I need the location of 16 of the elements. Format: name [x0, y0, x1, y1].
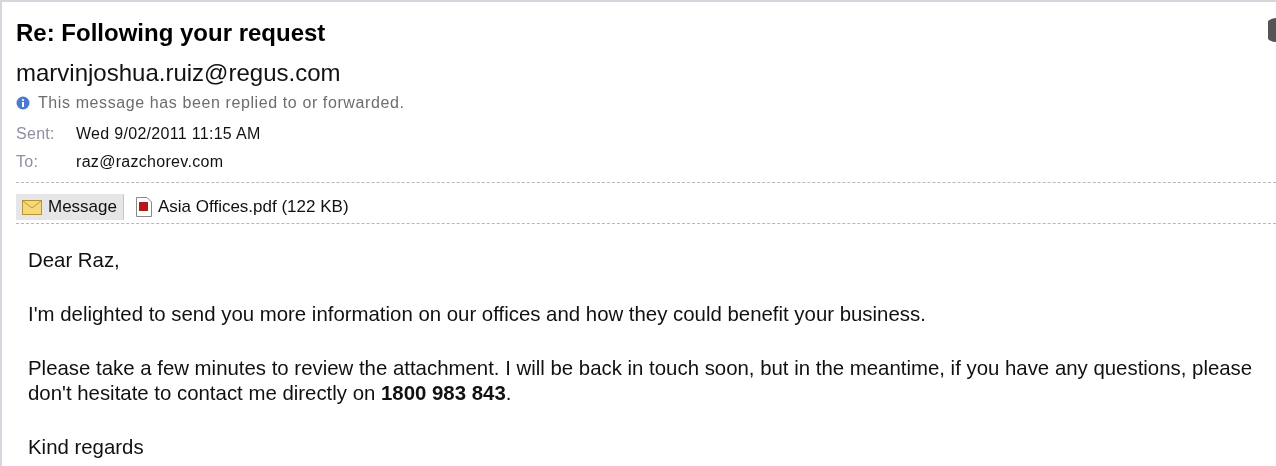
info-text: This message has been replied to or forwarded. — [38, 93, 405, 113]
message-subject: Re: Following your request — [16, 18, 326, 48]
body-paragraph: Kind regards — [28, 435, 145, 460]
body-paragraph: Please take a few minutes to review the attachment. I will be back in touch soon, but in the meantime, if you have any questions, please don't hesitate to contact me directly on 1800 983 843. — [28, 356, 1254, 406]
pdf-file-icon — [136, 197, 152, 217]
message-tab[interactable]: Message — [16, 194, 124, 220]
field-value: raz@razchorev.com — [76, 152, 225, 172]
field-label: Sent: — [16, 124, 56, 144]
body-paragraph: I'm delighted to send you more information on our offices and how they could benefit your business. — [28, 302, 927, 327]
envelope-icon — [22, 199, 42, 215]
field-label: To: — [16, 152, 40, 172]
sender-address: marvinjoshua.ruiz@regus.com — [16, 58, 342, 88]
body-paragraph: Dear Raz, — [28, 248, 121, 273]
info-icon — [16, 96, 30, 110]
field-value: Wed 9/02/2011 11:15 AM — [76, 124, 262, 144]
attachment-tab[interactable]: Asia Offices.pdf (122 KB) — [130, 194, 355, 220]
